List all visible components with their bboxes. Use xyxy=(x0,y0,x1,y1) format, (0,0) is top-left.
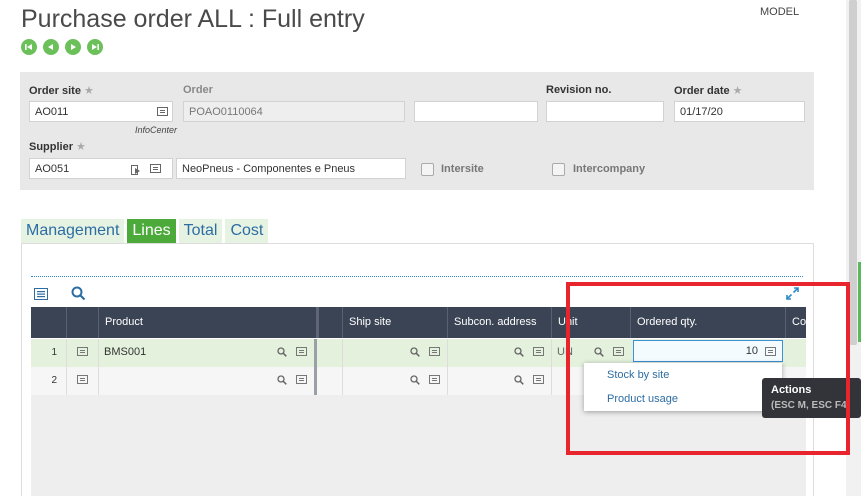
row-number: 2 xyxy=(51,375,57,386)
intercompany-checkbox[interactable] xyxy=(552,163,565,176)
product-lookup-icon[interactable] xyxy=(277,347,287,357)
ship-site-lookup-icon[interactable] xyxy=(410,375,420,385)
tab-management[interactable]: Management xyxy=(21,219,125,243)
column-divider xyxy=(98,339,99,395)
subcon-selection-icon[interactable] xyxy=(533,375,544,384)
order-date-label: Order date ★ xyxy=(674,85,743,97)
product-lookup-icon[interactable] xyxy=(277,375,287,385)
infocenter-label[interactable]: InfoCenter xyxy=(135,125,177,135)
highlight-annotation xyxy=(566,282,850,455)
revision-field[interactable] xyxy=(546,101,664,122)
intercompany-label: Intercompany xyxy=(573,163,646,175)
order-field: POAO0110064 xyxy=(183,101,405,122)
section-divider xyxy=(31,276,803,277)
order-site-field[interactable]: AO011 xyxy=(29,101,173,122)
tab-total[interactable]: Total xyxy=(178,219,223,243)
column-header-ship-site[interactable]: Ship site xyxy=(342,307,447,338)
subcon-lookup-icon[interactable] xyxy=(514,347,524,357)
column-divider xyxy=(551,339,552,395)
frozen-column-divider xyxy=(314,339,317,395)
selection-icon[interactable] xyxy=(157,107,168,116)
last-record-icon[interactable] xyxy=(87,39,103,55)
intersite-label: Intersite xyxy=(441,163,484,175)
selection-icon[interactable] xyxy=(150,164,161,173)
column-divider xyxy=(66,339,67,395)
ship-site-selection-icon[interactable] xyxy=(429,347,440,356)
intersite-checkbox[interactable] xyxy=(421,163,434,176)
tab-cost[interactable]: Cost xyxy=(225,219,269,243)
product-selection-icon[interactable] xyxy=(296,375,307,384)
product-selection-icon[interactable] xyxy=(296,347,307,356)
first-record-icon[interactable] xyxy=(21,39,37,55)
row-menu-icon[interactable] xyxy=(77,347,88,356)
column-header-actions xyxy=(66,307,98,338)
column-freeze-separator[interactable] xyxy=(316,307,342,338)
next-record-icon[interactable] xyxy=(65,39,81,55)
revision-label: Revision no. xyxy=(546,84,612,96)
page-scrollbar-thumb[interactable] xyxy=(849,0,857,345)
column-header-subcon-address[interactable]: Subcon. address xyxy=(447,307,551,338)
subcon-lookup-icon[interactable] xyxy=(514,375,524,385)
column-divider xyxy=(447,339,448,395)
record-navigation xyxy=(21,39,103,55)
ship-site-lookup-icon[interactable] xyxy=(410,347,420,357)
grid-list-icon[interactable] xyxy=(34,287,48,300)
supplier-label: Supplier ★ xyxy=(29,141,86,153)
supplier-link-icon[interactable] xyxy=(131,163,141,175)
order-extra-field[interactable] xyxy=(414,101,538,122)
order-label: Order xyxy=(183,84,213,96)
ship-site-selection-icon[interactable] xyxy=(429,375,440,384)
grid-search-icon[interactable] xyxy=(71,286,86,301)
row-number: 1 xyxy=(51,347,57,358)
previous-record-icon[interactable] xyxy=(43,39,59,55)
order-site-label: Order site ★ xyxy=(29,85,94,97)
order-date-field[interactable]: 01/17/20 xyxy=(674,101,805,122)
row-menu-icon[interactable] xyxy=(77,375,88,384)
supplier-name-field: NeoPneus - Componentes e Pneus xyxy=(176,158,406,179)
column-header-product[interactable]: Product xyxy=(98,307,316,338)
product-cell[interactable]: BMS001 xyxy=(104,346,146,358)
subcon-selection-icon[interactable] xyxy=(533,347,544,356)
page-title: Purchase order ALL : Full entry xyxy=(21,5,365,33)
tab-lines[interactable]: Lines xyxy=(127,219,176,243)
section-tabs: Management Lines Total Cost xyxy=(21,219,269,243)
mode-label: MODEL xyxy=(760,6,800,18)
column-divider xyxy=(342,339,343,395)
